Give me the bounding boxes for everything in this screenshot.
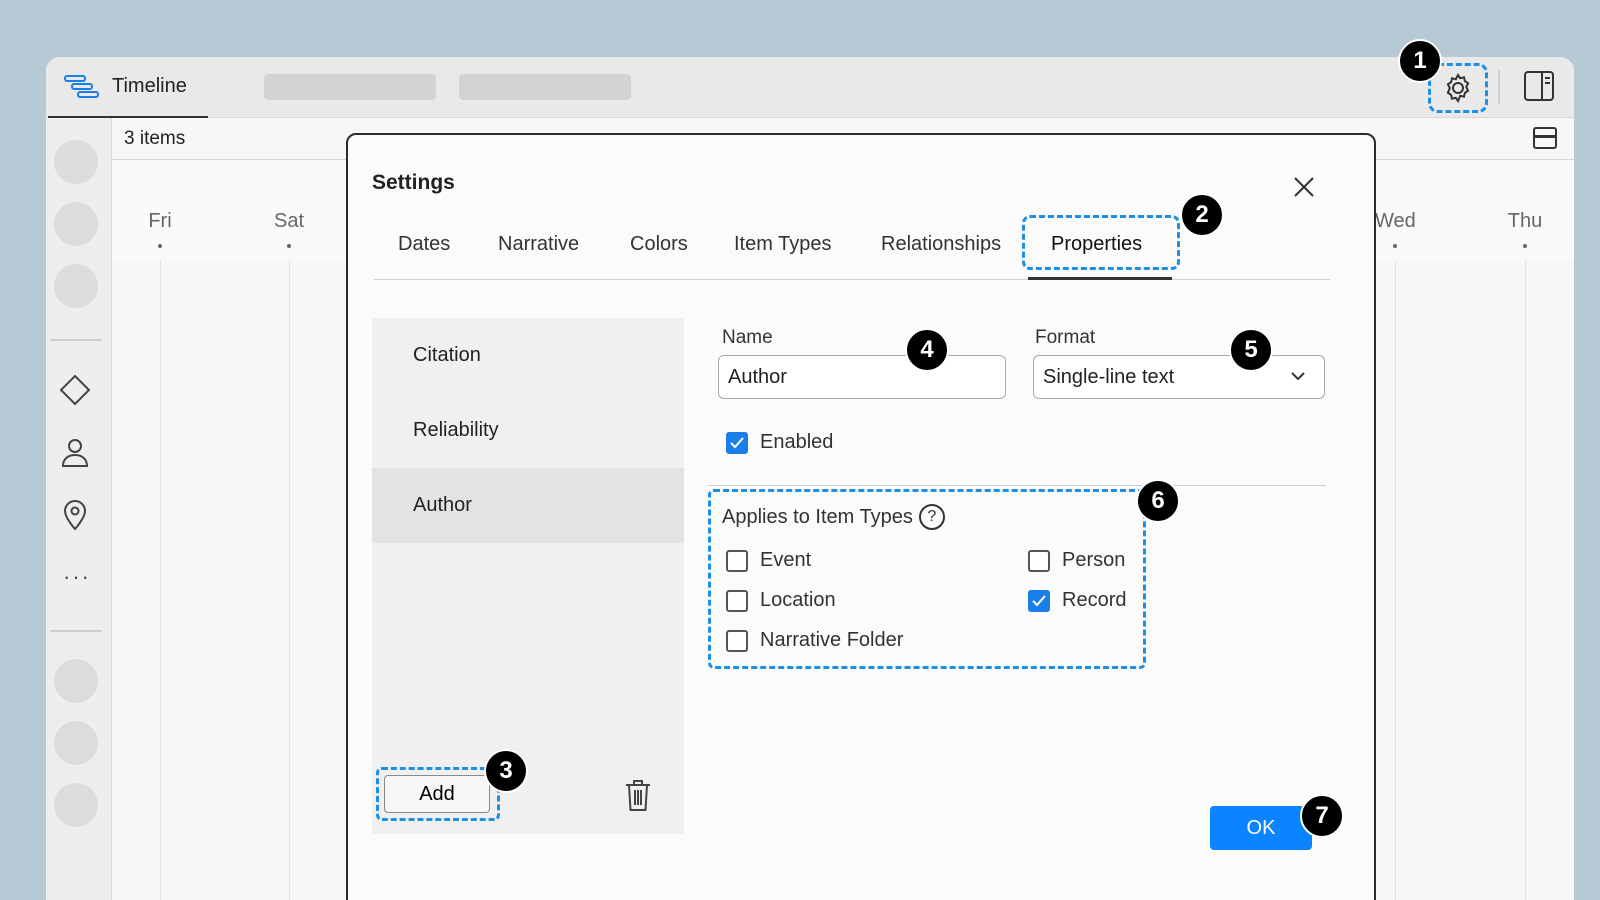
type-label: Person [1062, 549, 1126, 571]
sidebar-avatar[interactable] [54, 202, 98, 246]
tab-colors[interactable]: Colors [630, 233, 688, 256]
type-checkbox-narrative-folder[interactable]: Narrative Folder [726, 629, 903, 652]
name-label: Name [722, 327, 773, 348]
more-icon[interactable]: ··· [63, 564, 91, 590]
callout-badge: 4 [905, 328, 949, 372]
placeholder-tab [264, 74, 436, 100]
grid-line [1395, 260, 1396, 900]
location-pin-icon[interactable] [59, 499, 91, 531]
day-label: Wed [1375, 210, 1416, 248]
sidebar-avatar[interactable] [54, 140, 98, 184]
checkbox[interactable] [726, 589, 748, 612]
day-label: Fri [140, 210, 180, 248]
ok-button[interactable]: OK [1210, 806, 1312, 850]
type-label: Location [760, 589, 836, 611]
toolbar-divider [1498, 70, 1500, 104]
callout-badge: 7 [1300, 794, 1344, 838]
list-item[interactable]: Reliability [372, 393, 684, 468]
tab-dates[interactable]: Dates [398, 233, 450, 256]
grid-line [289, 260, 290, 900]
list-item-label: Reliability [413, 419, 499, 441]
panel-toggle-icon[interactable] [1522, 69, 1556, 103]
sidebar-avatar[interactable] [54, 721, 98, 765]
sidebar-avatar[interactable] [54, 264, 98, 308]
section-divider [708, 485, 1326, 486]
chevron-down-icon [1291, 372, 1305, 381]
format-select[interactable]: Single-line text [1033, 355, 1325, 399]
help-icon[interactable]: ? [918, 504, 945, 530]
applies-heading: Applies to Item Types ? [722, 504, 945, 530]
type-checkbox-person[interactable]: Person [1028, 549, 1125, 572]
layout-rows-icon[interactable] [1532, 126, 1558, 150]
callout-badge: 2 [1180, 193, 1224, 237]
grid-line [160, 260, 161, 900]
checkbox[interactable] [726, 629, 748, 652]
grid-line [1525, 260, 1526, 900]
dialog-title: Settings [372, 171, 455, 194]
timeline-icon [64, 74, 99, 98]
format-label: Format [1035, 327, 1096, 348]
left-sidebar: ··· [46, 118, 112, 900]
checkbox-checked[interactable] [1028, 589, 1050, 612]
checkmark-icon [730, 436, 744, 448]
callout-badge: 6 [1136, 479, 1180, 523]
list-item[interactable]: Citation [372, 318, 684, 393]
tab-item-types[interactable]: Item Types [734, 233, 831, 256]
trash-icon[interactable] [624, 778, 652, 812]
add-button[interactable]: Add [384, 775, 490, 813]
checkbox[interactable] [1028, 549, 1050, 572]
active-tab-indicator [1028, 277, 1172, 280]
list-item-label: Citation [413, 344, 481, 366]
type-label: Record [1062, 589, 1127, 611]
callout-badge: 1 [1398, 39, 1442, 83]
tab-relationships[interactable]: Relationships [881, 233, 1001, 256]
list-item-label: Author [413, 494, 472, 516]
applies-label: Applies to Item Types [722, 505, 913, 528]
callout-outline [1022, 215, 1180, 270]
name-field[interactable]: Author [718, 355, 1006, 399]
type-label: Narrative Folder [760, 629, 904, 651]
sidebar-avatar[interactable] [54, 659, 98, 703]
sidebar-avatar[interactable] [54, 783, 98, 827]
callout-badge: 5 [1229, 328, 1273, 372]
day-label: Thu [1505, 210, 1545, 248]
items-count: 3 items [124, 128, 186, 149]
sidebar-divider [50, 339, 102, 341]
tab-timeline-label: Timeline [112, 75, 187, 97]
diamond-icon[interactable] [59, 374, 91, 406]
sidebar-divider [50, 630, 102, 632]
type-checkbox-location[interactable]: Location [726, 589, 836, 612]
checkbox[interactable] [726, 549, 748, 572]
gear-icon [1446, 73, 1470, 104]
format-select-value: Single-line text [1043, 366, 1175, 388]
property-list: Citation Reliability Author Add [372, 318, 684, 834]
type-checkbox-event[interactable]: Event [726, 549, 811, 572]
type-checkbox-record[interactable]: Record [1028, 589, 1126, 612]
type-label: Event [760, 549, 812, 571]
day-label: Sat [269, 210, 309, 248]
tab-timeline[interactable]: Timeline [48, 57, 208, 118]
checkbox-checked[interactable] [726, 431, 748, 454]
person-icon[interactable] [59, 436, 91, 468]
enabled-checkbox[interactable]: Enabled [726, 431, 833, 454]
placeholder-tab [459, 74, 631, 100]
tab-narrative[interactable]: Narrative [498, 233, 579, 256]
checkmark-icon [1032, 594, 1046, 606]
enabled-label: Enabled [760, 431, 834, 453]
callout-badge: 3 [484, 749, 528, 793]
list-item-selected[interactable]: Author [372, 468, 684, 543]
top-bar: Timeline [46, 57, 1574, 118]
close-icon[interactable] [1288, 171, 1320, 203]
